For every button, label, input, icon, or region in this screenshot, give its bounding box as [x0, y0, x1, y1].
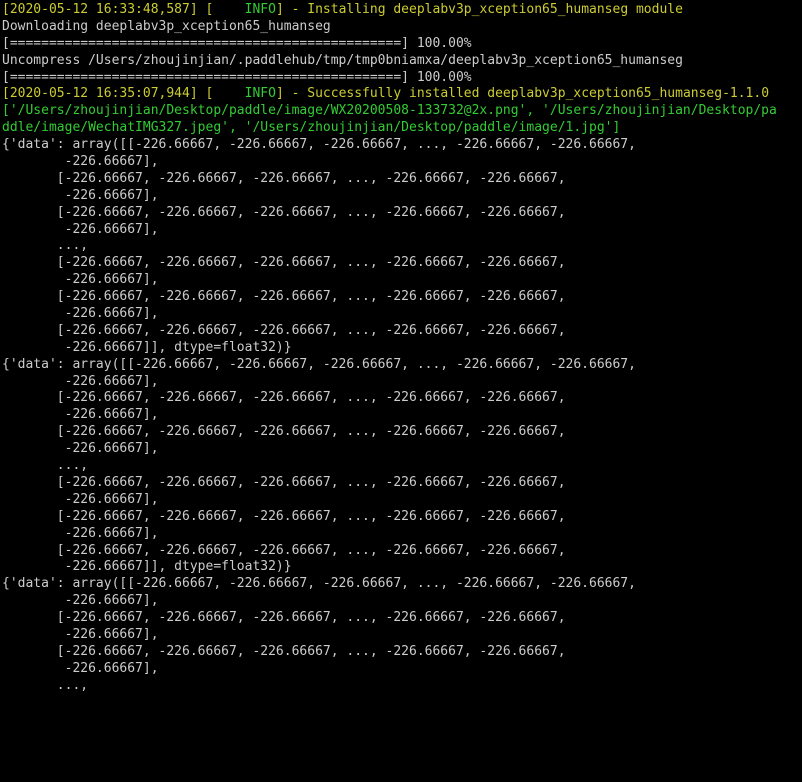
terminal-output[interactable]: [2020-05-12 16:33:48,587] [ INFO] - Inst…: [0, 0, 802, 697]
file-list: ddle/image/WechatIMG327.jpeg', '/Users/z…: [2, 120, 620, 135]
array-ellipsis: ...,: [2, 678, 88, 693]
array-row: -226.66667],: [2, 593, 159, 608]
array-row: [-226.66667, -226.66667, -226.66667, ...…: [2, 205, 566, 220]
array-row: [-226.66667, -226.66667, -226.66667, ...…: [2, 610, 566, 625]
timestamp: [2020-05-12 16:35:07,944] [: [2, 86, 213, 101]
array-ellipsis: ...,: [2, 458, 88, 473]
log-level-info: INFO: [213, 2, 276, 17]
progress-bar: [=======================================…: [2, 36, 472, 51]
array-row: [-226.66667, -226.66667, -226.66667, ...…: [2, 644, 566, 659]
file-list: ['/Users/zhoujinjian/Desktop/paddle/imag…: [2, 103, 777, 118]
log-line: [2020-05-12 16:33:48,587] [ INFO] - Inst…: [2, 2, 683, 17]
array-row: [-226.66667, -226.66667, -226.66667, ...…: [2, 475, 566, 490]
array-row: -226.66667],: [2, 407, 159, 422]
array-row: -226.66667],: [2, 306, 159, 321]
array-row: -226.66667],: [2, 222, 159, 237]
array-ellipsis: ...,: [2, 238, 88, 253]
array-row: {'data': array([[-226.66667, -226.66667,…: [2, 137, 636, 152]
timestamp: [2020-05-12 16:33:48,587] [: [2, 2, 213, 17]
array-row: [-226.66667, -226.66667, -226.66667, ...…: [2, 543, 566, 558]
array-row: [-226.66667, -226.66667, -226.66667, ...…: [2, 424, 566, 439]
array-row: -226.66667],: [2, 492, 159, 507]
array-row: -226.66667],: [2, 272, 159, 287]
array-row: {'data': array([[-226.66667, -226.66667,…: [2, 576, 636, 591]
array-row: -226.66667],: [2, 441, 159, 456]
array-row: {'data': array([[-226.66667, -226.66667,…: [2, 357, 636, 372]
array-row: [-226.66667, -226.66667, -226.66667, ...…: [2, 323, 566, 338]
progress-bar: [=======================================…: [2, 70, 472, 85]
log-msg: ] - Installing deeplabv3p_xception65_hum…: [276, 2, 683, 17]
array-row: -226.66667],: [2, 188, 159, 203]
log-line: [2020-05-12 16:35:07,944] [ INFO] - Succ…: [2, 86, 769, 101]
array-row: [-226.66667, -226.66667, -226.66667, ...…: [2, 289, 566, 304]
array-row: -226.66667]], dtype=float32)}: [2, 559, 292, 574]
array-row: -226.66667],: [2, 526, 159, 541]
array-row: [-226.66667, -226.66667, -226.66667, ...…: [2, 255, 566, 270]
array-row: [-226.66667, -226.66667, -226.66667, ...…: [2, 390, 566, 405]
array-row: -226.66667],: [2, 154, 159, 169]
array-row: -226.66667],: [2, 374, 159, 389]
log-line: Uncompress /Users/zhoujinjian/.paddlehub…: [2, 53, 683, 68]
array-row: -226.66667]], dtype=float32)}: [2, 340, 292, 355]
array-row: -226.66667],: [2, 661, 159, 676]
log-level-info: INFO: [213, 86, 276, 101]
array-row: [-226.66667, -226.66667, -226.66667, ...…: [2, 509, 566, 524]
array-row: -226.66667],: [2, 627, 159, 642]
log-msg: ] - Successfully installed deeplabv3p_xc…: [276, 86, 769, 101]
log-line: Downloading deeplabv3p_xception65_humans…: [2, 19, 331, 34]
array-row: [-226.66667, -226.66667, -226.66667, ...…: [2, 171, 566, 186]
